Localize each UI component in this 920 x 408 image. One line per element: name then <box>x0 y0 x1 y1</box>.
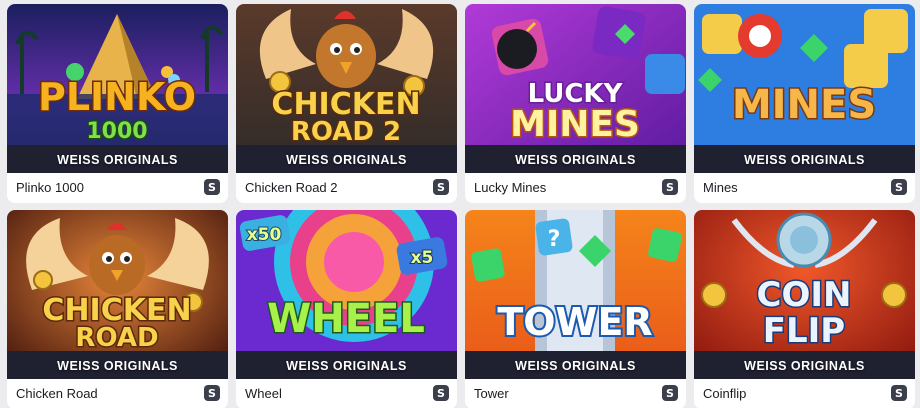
game-name[interactable]: Chicken Road <box>16 386 98 401</box>
brand-strip: WEISS ORIGINALS <box>465 351 686 379</box>
game-logo: LUCKY MINES <box>509 78 642 147</box>
game-name[interactable]: Wheel <box>245 386 282 401</box>
logo-line-1: PLINKO <box>38 75 196 119</box>
brand-strip: WEISS ORIGINALS <box>465 145 686 173</box>
question-icon: ? <box>548 227 561 252</box>
logo-line-1: COIN <box>757 275 852 315</box>
brand-strip: WEISS ORIGINALS <box>694 145 915 173</box>
brand-label: WEISS ORIGINALS <box>744 153 865 167</box>
game-logo: COIN FLIP <box>755 274 853 353</box>
brand-label: WEISS ORIGINALS <box>57 153 178 167</box>
game-card-plinko-1000[interactable]: PLINKO 1000 WEISS ORIGINALS Plinko 1000 … <box>7 4 228 203</box>
game-card-footer: Tower S <box>465 379 686 408</box>
provider-icon: S <box>662 179 678 195</box>
game-name[interactable]: Mines <box>703 180 738 195</box>
brand-label: WEISS ORIGINALS <box>57 359 178 373</box>
provider-icon: S <box>891 385 907 401</box>
brand-label: WEISS ORIGINALS <box>515 153 636 167</box>
brand-label: WEISS ORIGINALS <box>744 359 865 373</box>
provider-icon: S <box>204 179 220 195</box>
brand-label: WEISS ORIGINALS <box>286 359 407 373</box>
game-card-footer: Chicken Road S <box>7 379 228 408</box>
logo-line-1: MINES <box>732 82 876 128</box>
provider-icon: S <box>891 179 907 195</box>
game-card-chicken-road-2[interactable]: CHICKEN ROAD 2 WEISS ORIGINALS Chicken R… <box>236 4 457 203</box>
provider-icon: S <box>662 385 678 401</box>
multiplier-badge: x50 <box>247 225 282 245</box>
game-name[interactable]: Plinko 1000 <box>16 180 84 195</box>
logo-line-2: FLIP <box>763 311 845 351</box>
game-logo: WHEEL <box>266 295 427 344</box>
multiplier-badge: x5 <box>411 248 434 268</box>
brand-strip: WEISS ORIGINALS <box>694 351 915 379</box>
game-name[interactable]: Tower <box>474 386 509 401</box>
game-card-mines[interactable]: MINES WEISS ORIGINALS Mines S <box>694 4 915 203</box>
provider-icon: S <box>433 179 449 195</box>
game-logo: TOWER <box>495 298 654 346</box>
game-name[interactable]: Coinflip <box>703 386 746 401</box>
brand-strip: WEISS ORIGINALS <box>7 351 228 379</box>
game-logo: CHICKEN ROAD 2 <box>270 86 422 149</box>
game-name[interactable]: Lucky Mines <box>474 180 546 195</box>
game-card-footer: Chicken Road 2 S <box>236 173 457 203</box>
provider-icon: S <box>433 385 449 401</box>
logo-line-2: 1000 <box>86 119 147 144</box>
brand-strip: WEISS ORIGINALS <box>7 145 228 173</box>
game-card-wheel[interactable]: x50 x5 WHEEL WEISS ORIGINALS Wheel S <box>236 210 457 408</box>
logo-line-2: MINES <box>510 104 640 145</box>
game-card-footer: Coinflip S <box>694 379 915 408</box>
brand-label: WEISS ORIGINALS <box>286 153 407 167</box>
game-card-footer: Lucky Mines S <box>465 173 686 203</box>
logo-line-1: WHEEL <box>267 296 425 342</box>
games-grid: PLINKO 1000 WEISS ORIGINALS Plinko 1000 … <box>7 4 915 408</box>
game-card-footer: Plinko 1000 S <box>7 173 228 203</box>
game-card-footer: Wheel S <box>236 379 457 408</box>
logo-line-2: ROAD <box>75 323 158 353</box>
logo-line-1: TOWER <box>497 300 652 344</box>
game-logo: MINES <box>730 81 877 130</box>
game-card-lucky-mines[interactable]: LUCKY MINES WEISS ORIGINALS Lucky Mines … <box>465 4 686 203</box>
game-card-footer: Mines S <box>694 173 915 203</box>
brand-label: WEISS ORIGINALS <box>515 359 636 373</box>
logo-line-2: ROAD 2 <box>291 117 401 147</box>
game-name[interactable]: Chicken Road 2 <box>245 180 338 195</box>
brand-strip: WEISS ORIGINALS <box>236 145 457 173</box>
game-card-tower[interactable]: ? TOWER WEISS ORIGINALS Tower S <box>465 210 686 408</box>
game-card-chicken-road[interactable]: CHICKEN ROAD WEISS ORIGINALS Chicken Roa… <box>7 210 228 408</box>
provider-icon: S <box>204 385 220 401</box>
game-card-coinflip[interactable]: COIN FLIP WEISS ORIGINALS Coinflip S <box>694 210 915 408</box>
brand-strip: WEISS ORIGINALS <box>236 351 457 379</box>
